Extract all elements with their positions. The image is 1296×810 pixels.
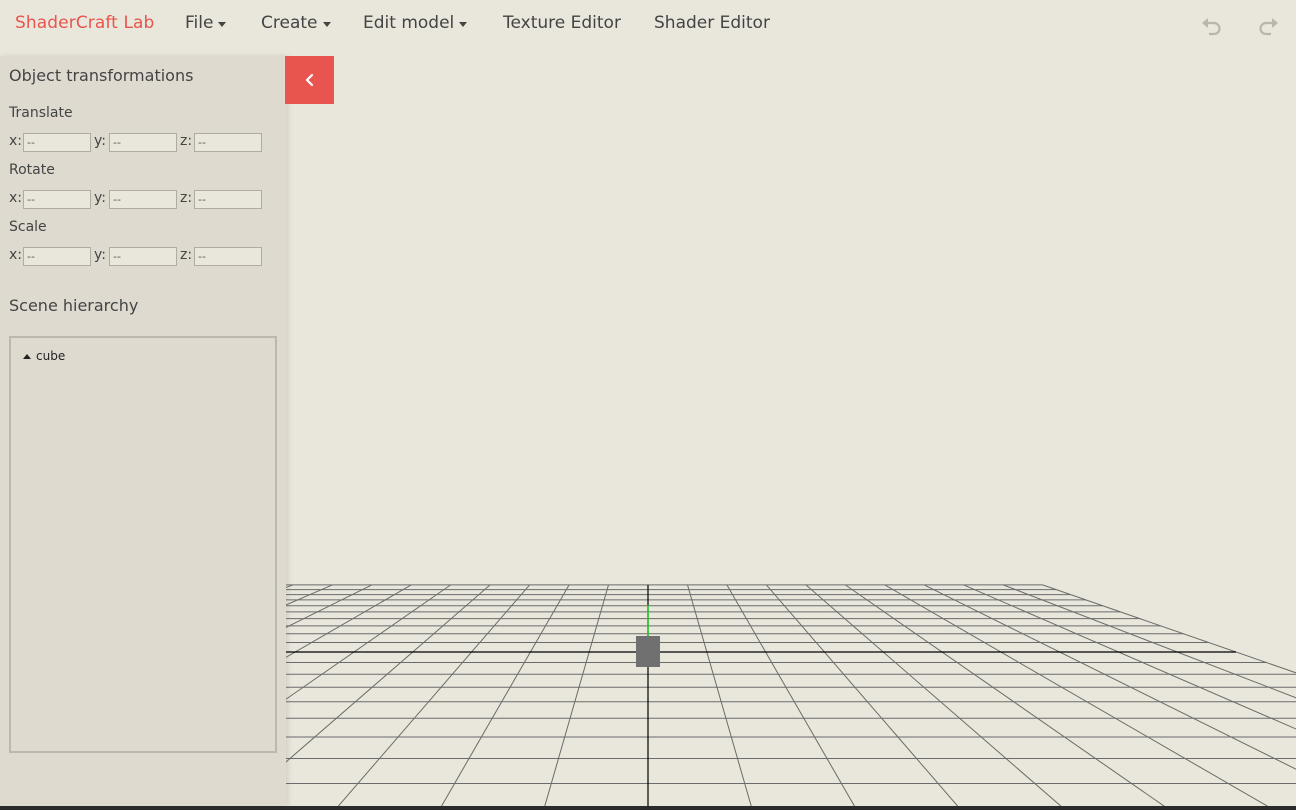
translate-label: Translate	[9, 105, 73, 121]
object-transformations-title: Object transformations	[9, 66, 194, 85]
texture-editor-label: Texture Editor	[503, 13, 621, 33]
cube-object[interactable]	[636, 636, 660, 667]
translate-y-label: y:	[94, 133, 106, 149]
bottom-border	[0, 806, 1296, 810]
translate-row: x: y: z:	[9, 133, 269, 152]
scene-hierarchy-title: Scene hierarchy	[9, 296, 139, 315]
rotate-y-input[interactable]	[109, 190, 177, 209]
rotate-label: Rotate	[9, 162, 55, 178]
tree-item-cube[interactable]: cube	[23, 349, 65, 363]
caret-down-icon	[322, 21, 331, 27]
caret-down-icon	[459, 21, 468, 27]
undo-button[interactable]	[1200, 14, 1224, 36]
file-menu[interactable]: File	[185, 13, 227, 33]
scale-y-input[interactable]	[109, 247, 177, 266]
top-menu-bar: ShaderCraft Lab File Create Edit model T…	[0, 0, 1296, 48]
translate-y-input[interactable]	[109, 133, 177, 152]
translate-z-input[interactable]	[194, 133, 262, 152]
translate-z-label: z:	[180, 133, 193, 149]
edit-model-menu[interactable]: Edit model	[363, 13, 468, 33]
edit-model-menu-label: Edit model	[363, 13, 455, 33]
ground-grid	[286, 584, 1296, 810]
scale-label: Scale	[9, 219, 47, 235]
tree-item-label: cube	[36, 349, 66, 363]
redo-icon	[1259, 18, 1278, 36]
rotate-x-input[interactable]	[23, 190, 91, 209]
rotate-z-label: z:	[180, 190, 193, 206]
scene-hierarchy-tree[interactable]: cube	[9, 336, 277, 753]
caret-down-icon	[218, 21, 227, 27]
app-brand[interactable]: ShaderCraft Lab	[15, 13, 154, 33]
texture-editor-link[interactable]: Texture Editor	[503, 13, 621, 33]
scale-z-label: z:	[180, 247, 193, 263]
scale-x-input[interactable]	[23, 247, 91, 266]
scale-z-input[interactable]	[194, 247, 262, 266]
redo-button[interactable]	[1256, 14, 1280, 36]
sidebar-panel: Object transformations Translate x: y: z…	[0, 56, 286, 806]
scale-row: x: y: z:	[9, 247, 269, 266]
shader-editor-label: Shader Editor	[654, 13, 770, 33]
translate-x-input[interactable]	[23, 133, 91, 152]
scale-x-label: x:	[9, 247, 23, 263]
rotate-y-label: y:	[94, 190, 106, 206]
scene-canvas[interactable]	[286, 48, 1296, 810]
shader-editor-link[interactable]: Shader Editor	[654, 13, 770, 33]
translate-x-label: x:	[9, 133, 23, 149]
create-menu[interactable]: Create	[261, 13, 331, 33]
rotate-x-label: x:	[9, 190, 23, 206]
rotate-row: x: y: z:	[9, 190, 269, 209]
file-menu-label: File	[185, 13, 214, 33]
3d-viewport[interactable]	[286, 48, 1296, 810]
caret-up-icon[interactable]	[23, 353, 31, 359]
scale-y-label: y:	[94, 247, 106, 263]
create-menu-label: Create	[261, 13, 318, 33]
undo-icon	[1202, 18, 1221, 36]
rotate-z-input[interactable]	[194, 190, 262, 209]
